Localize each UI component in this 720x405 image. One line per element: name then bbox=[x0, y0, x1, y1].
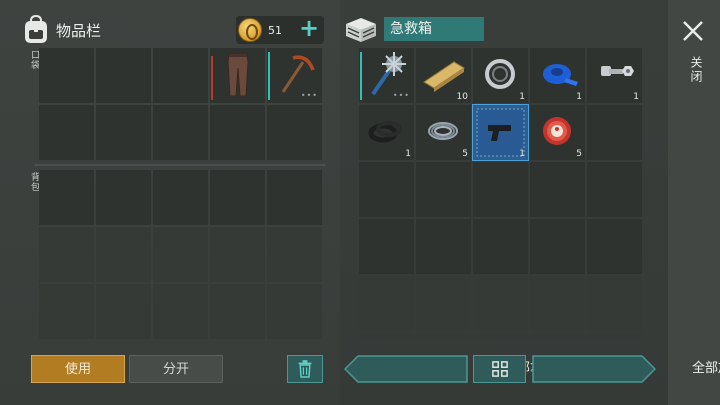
backpack-grid bbox=[39, 170, 322, 339]
empty-slot[interactable] bbox=[153, 170, 208, 225]
item-quantity: 1 bbox=[519, 149, 525, 159]
empty-slot[interactable] bbox=[416, 276, 471, 331]
empty-slot[interactable] bbox=[210, 105, 265, 160]
put-all-label: 全部放入 bbox=[691, 361, 720, 376]
empty-slot[interactable] bbox=[587, 162, 642, 217]
divider bbox=[35, 164, 325, 166]
item-quantity: 1 bbox=[519, 92, 525, 102]
empty-slot[interactable] bbox=[153, 284, 208, 339]
empty-slot[interactable] bbox=[416, 162, 471, 217]
empty-slot[interactable] bbox=[153, 227, 208, 282]
empty-slot[interactable] bbox=[530, 219, 585, 274]
coin-count: 51 bbox=[268, 23, 282, 37]
trash-button[interactable] bbox=[287, 355, 323, 383]
container-grid: ••• 10 1 1 1 1 5 1 5 bbox=[359, 48, 642, 338]
empty-slot[interactable] bbox=[359, 219, 414, 274]
durability-bar bbox=[360, 52, 362, 100]
sort-grid-button[interactable] bbox=[473, 355, 526, 383]
item-slot-nut-bolt[interactable]: 1 bbox=[587, 48, 642, 103]
container-title: 急救箱 bbox=[384, 17, 484, 41]
inventory-title: 物品栏 bbox=[56, 21, 102, 40]
empty-slot[interactable] bbox=[210, 227, 265, 282]
empty-slot[interactable] bbox=[210, 284, 265, 339]
empty-slot[interactable] bbox=[359, 162, 414, 217]
coin-counter: 51 + bbox=[236, 16, 324, 44]
empty-slot[interactable] bbox=[267, 105, 322, 160]
empty-slot[interactable] bbox=[39, 105, 94, 160]
item-quantity: 1 bbox=[633, 92, 639, 102]
empty-slot[interactable] bbox=[359, 333, 414, 338]
pocket-grid: ••• bbox=[39, 48, 322, 160]
item-slot-blue-tape[interactable]: 1 bbox=[530, 48, 585, 103]
inventory-header: 物品栏 bbox=[22, 14, 101, 46]
empty-slot[interactable] bbox=[416, 219, 471, 274]
grid-icon bbox=[491, 361, 508, 377]
item-slot-spiked-mace[interactable]: ••• bbox=[359, 48, 414, 103]
item-slot-rubber-ring[interactable]: 1 bbox=[359, 105, 414, 160]
empty-slot[interactable] bbox=[530, 333, 585, 338]
durability-bar bbox=[268, 52, 270, 100]
item-slot-wood-plank[interactable]: 10 bbox=[416, 48, 471, 103]
empty-slot[interactable] bbox=[530, 162, 585, 217]
item-slot-pistol-blueprint[interactable]: 1 bbox=[472, 104, 529, 161]
container-header: 急救箱 bbox=[344, 16, 484, 42]
put-all-shape bbox=[532, 355, 657, 383]
take-all-button[interactable]: 全部拿上 bbox=[343, 355, 556, 383]
empty-slot[interactable] bbox=[210, 170, 265, 225]
empty-slot[interactable] bbox=[39, 227, 94, 282]
item-slot-pickaxe[interactable]: ••• bbox=[267, 48, 322, 103]
empty-slot[interactable] bbox=[587, 276, 642, 331]
use-button[interactable]: 使用 bbox=[31, 355, 125, 383]
empty-slot[interactable] bbox=[359, 276, 414, 331]
empty-slot[interactable] bbox=[96, 284, 151, 339]
empty-slot[interactable] bbox=[39, 170, 94, 225]
close-icon[interactable] bbox=[680, 18, 706, 44]
item-quantity: 1 bbox=[405, 149, 411, 159]
empty-slot[interactable] bbox=[416, 333, 471, 338]
empty-slot[interactable] bbox=[267, 170, 322, 225]
add-coins-button[interactable]: + bbox=[298, 16, 320, 40]
durability-bar bbox=[211, 56, 213, 100]
empty-slot[interactable] bbox=[267, 227, 322, 282]
item-slot-leather-pants[interactable] bbox=[210, 48, 265, 103]
more-dots: ••• bbox=[300, 91, 318, 100]
empty-slot[interactable] bbox=[153, 48, 208, 103]
empty-slot[interactable] bbox=[39, 48, 94, 103]
item-slot-wire-coil[interactable]: 5 bbox=[416, 105, 471, 160]
item-slot-bearing[interactable]: 1 bbox=[473, 48, 528, 103]
empty-slot[interactable] bbox=[96, 227, 151, 282]
empty-slot[interactable] bbox=[473, 333, 528, 338]
trash-icon bbox=[298, 360, 312, 378]
empty-slot[interactable] bbox=[39, 284, 94, 339]
item-quantity: 5 bbox=[462, 149, 468, 159]
backpack-icon bbox=[25, 15, 47, 43]
split-button[interactable]: 分开 bbox=[129, 355, 223, 383]
item-quantity: 5 bbox=[576, 149, 582, 159]
item-slot-bottle-cap[interactable]: 5 bbox=[530, 105, 585, 160]
item-quantity: 10 bbox=[456, 92, 468, 102]
more-dots: ••• bbox=[392, 91, 410, 100]
item-quantity: 1 bbox=[576, 92, 582, 102]
leather-pants-icon bbox=[210, 48, 265, 107]
take-all-shape bbox=[343, 355, 468, 383]
close-label[interactable]: 关闭 bbox=[688, 56, 705, 84]
empty-slot[interactable] bbox=[96, 170, 151, 225]
put-all-button[interactable]: 全部放入 bbox=[532, 355, 720, 383]
empty-slot[interactable] bbox=[96, 48, 151, 103]
empty-slot[interactable] bbox=[473, 219, 528, 274]
storage-box-icon bbox=[346, 18, 376, 42]
empty-slot[interactable] bbox=[587, 219, 642, 274]
empty-slot[interactable] bbox=[473, 276, 528, 331]
empty-slot[interactable] bbox=[587, 333, 642, 338]
empty-slot[interactable] bbox=[96, 105, 151, 160]
empty-slot[interactable] bbox=[530, 276, 585, 331]
empty-slot[interactable] bbox=[587, 105, 642, 160]
empty-slot[interactable] bbox=[267, 284, 322, 339]
empty-slot[interactable] bbox=[153, 105, 208, 160]
coin-icon bbox=[238, 18, 262, 42]
empty-slot[interactable] bbox=[473, 162, 528, 217]
